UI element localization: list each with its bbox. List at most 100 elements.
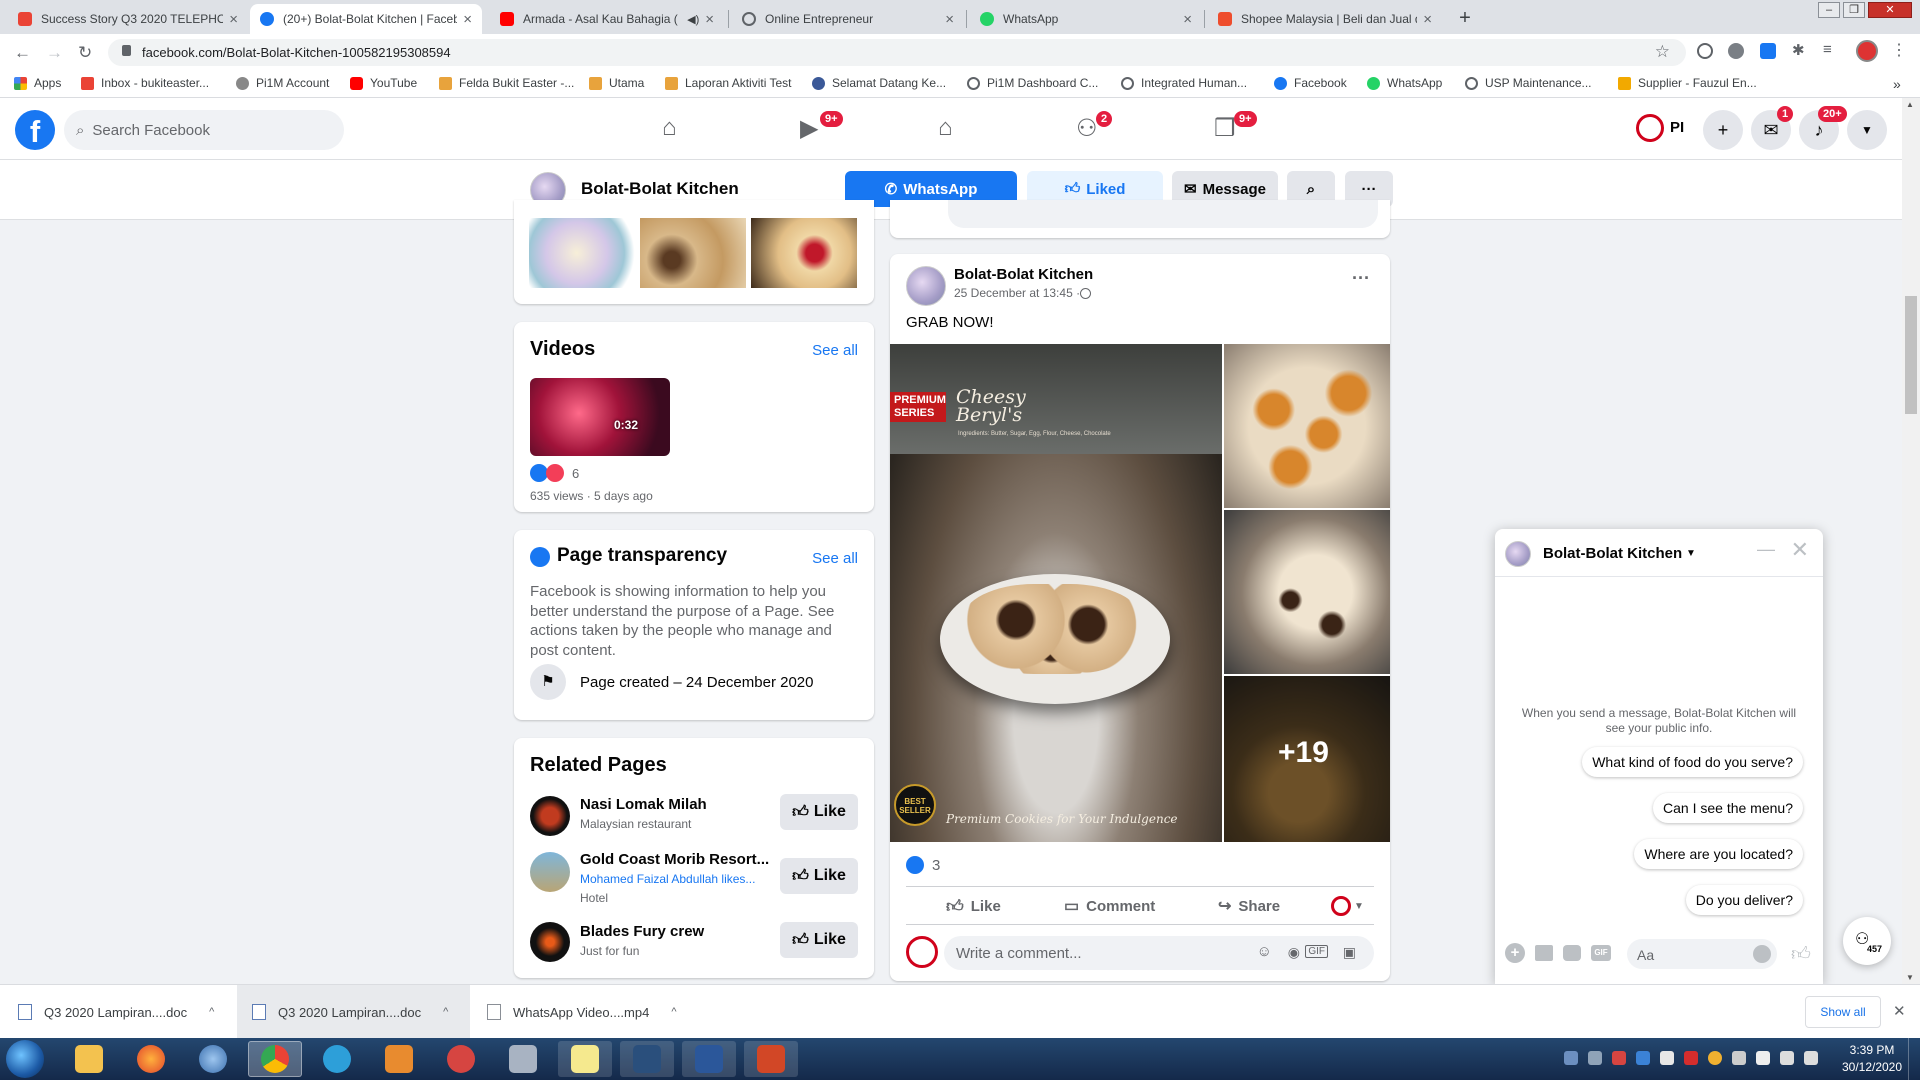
tab-gmail[interactable]: Success Story Q3 2020 TELEPHON ×: [8, 4, 248, 34]
create-button[interactable]: +: [1703, 110, 1743, 150]
account-menu-chevron-icon[interactable]: ▼: [1847, 110, 1887, 150]
speaker-icon[interactable]: ◀): [687, 13, 699, 26]
post-timestamp[interactable]: 25 December at 13:45 ·: [954, 286, 1092, 300]
post-main-photo[interactable]: PREMIUM SERIES Cheesy Beryl's Ingredient…: [890, 344, 1222, 842]
skype-extension-icon[interactable]: [1728, 43, 1744, 59]
gaming-icon[interactable]: ❒: [1214, 114, 1236, 143]
close-icon[interactable]: ×: [1183, 11, 1192, 28]
taskbar-explorer[interactable]: [62, 1041, 116, 1077]
camera-icon[interactable]: ◉: [1288, 944, 1300, 961]
photo-thumbnail[interactable]: [529, 218, 635, 288]
thumbs-up-icon[interactable]: 👍︎: [1791, 943, 1811, 966]
show-desktop-button[interactable]: [1908, 1038, 1920, 1080]
like-button[interactable]: 👍︎ Like: [780, 794, 858, 830]
emoji-icon[interactable]: ☺: [1257, 943, 1272, 960]
tray-icon[interactable]: [1564, 1051, 1578, 1065]
tab-whatsapp[interactable]: WhatsApp ×: [970, 4, 1202, 34]
close-icon[interactable]: ×: [463, 11, 472, 28]
tray-icon[interactable]: [1732, 1051, 1746, 1065]
related-page-avatar[interactable]: [530, 796, 570, 836]
related-page-name[interactable]: Gold Coast Morib Resort...: [580, 851, 769, 868]
bookmark-integrated-human[interactable]: Integrated Human...: [1121, 76, 1247, 90]
scroll-thumb[interactable]: [1905, 296, 1917, 414]
tab-online-entrepreneur[interactable]: Online Entrepreneur ×: [732, 4, 964, 34]
close-icon[interactable]: ×: [945, 11, 954, 28]
download-item[interactable]: Q3 2020 Lampiran....doc ^: [252, 985, 448, 1039]
video-reactions[interactable]: 6: [530, 464, 579, 482]
bookmark-youtube[interactable]: YouTube: [350, 76, 417, 90]
maximize-button[interactable]: ❐: [1843, 2, 1865, 18]
post-author-name[interactable]: Bolat-Bolat Kitchen: [954, 266, 1093, 283]
chevron-down-icon[interactable]: ▼: [1686, 548, 1696, 559]
close-icon[interactable]: ×: [1423, 11, 1432, 28]
minimize-button[interactable]: –: [1818, 2, 1840, 18]
post-photo-thumbnail[interactable]: +19: [1224, 676, 1390, 842]
bookmark-supplier[interactable]: Supplier - Fauzul En...: [1618, 76, 1757, 90]
related-page-avatar[interactable]: [530, 922, 570, 962]
emoji-icon[interactable]: [1753, 945, 1771, 963]
comment-button[interactable]: ▭ Comment: [1064, 888, 1155, 924]
bookmark-felda[interactable]: Felda Bukit Easter -...: [439, 76, 574, 90]
bookmark-pi1m-account[interactable]: Pi1M Account: [236, 76, 329, 90]
volume-icon[interactable]: [1804, 1051, 1818, 1065]
share-button[interactable]: ↪ Share: [1218, 888, 1280, 924]
like-button[interactable]: 👍︎ Like: [780, 858, 858, 894]
facebook-extension-icon[interactable]: [1760, 43, 1776, 59]
tray-icon[interactable]: [1612, 1051, 1626, 1065]
minimize-chat-icon[interactable]: —: [1757, 539, 1775, 560]
clock-time[interactable]: 3:39 PM: [1842, 1043, 1902, 1057]
home-icon[interactable]: ⌂: [662, 114, 677, 142]
comment-input[interactable]: Write a comment... ☺ ◉ GIF ▣: [944, 936, 1374, 970]
bookmarks-overflow-button[interactable]: »: [1893, 76, 1901, 92]
sticker-icon[interactable]: [1563, 945, 1581, 961]
suggested-question[interactable]: Do you deliver?: [1685, 885, 1803, 915]
profile-avatar[interactable]: [1856, 40, 1878, 62]
close-chat-icon[interactable]: ✕: [1791, 537, 1809, 563]
download-item[interactable]: Q3 2020 Lampiran....doc ^: [18, 985, 214, 1039]
forward-icon[interactable]: →: [46, 43, 63, 63]
chat-message-input[interactable]: Aa: [1627, 939, 1777, 969]
tray-icon[interactable]: [1708, 1051, 1722, 1065]
sticker-icon[interactable]: ▣: [1343, 944, 1356, 961]
groups-icon[interactable]: ⚇: [1076, 114, 1098, 143]
search-input[interactable]: ⌕ Search Facebook: [64, 110, 344, 150]
related-page-name[interactable]: Nasi Lomak Milah: [580, 796, 707, 813]
chevron-up-icon[interactable]: ^: [443, 1006, 448, 1018]
bookmark-laporan[interactable]: Laporan Aktiviti Test: [665, 76, 792, 90]
bookmark-usp-maintenance[interactable]: USP Maintenance...: [1465, 76, 1592, 90]
like-button[interactable]: 👍︎ Like: [946, 888, 1001, 924]
translate-extension-icon[interactable]: [1697, 43, 1713, 59]
profile-name[interactable]: PI: [1670, 119, 1684, 136]
chat-avatar[interactable]: [1505, 541, 1531, 567]
reading-list-icon[interactable]: ≡: [1823, 41, 1839, 58]
reload-icon[interactable]: ↻: [78, 43, 92, 63]
gif-icon[interactable]: GIF: [1591, 945, 1611, 961]
tab-facebook[interactable]: (20+) Bolat-Bolat Kitchen | Faceb ×: [250, 4, 482, 34]
bookmark-apps[interactable]: Apps: [14, 76, 61, 90]
taskbar-firefox[interactable]: [124, 1041, 178, 1077]
bookmark-inbox[interactable]: Inbox - bukiteaster...: [81, 76, 209, 90]
taskbar-powerpoint[interactable]: [744, 1041, 798, 1077]
window-close-button[interactable]: ✕: [1868, 2, 1912, 18]
chevron-up-icon[interactable]: ^: [671, 1006, 676, 1018]
related-page-name[interactable]: Blades Fury crew: [580, 923, 704, 940]
tab-shopee[interactable]: Shopee Malaysia | Beli dan Jual d ×: [1208, 4, 1442, 34]
post-reactions[interactable]: 3: [906, 856, 940, 874]
suggested-question[interactable]: Where are you located?: [1634, 839, 1803, 869]
page-scrollbar[interactable]: ▲ ▼: [1902, 98, 1920, 984]
new-message-button[interactable]: ⚇ 457: [1843, 917, 1891, 965]
tab-youtube[interactable]: Armada - Asal Kau Bahagia ( ◀) ×: [490, 4, 724, 34]
extensions-puzzle-icon[interactable]: ✱: [1792, 41, 1808, 59]
video-thumbnail[interactable]: 0:32: [530, 378, 670, 456]
taskbar-snipping[interactable]: [434, 1041, 488, 1077]
gif-icon[interactable]: GIF: [1305, 945, 1328, 958]
scroll-down-arrow-icon[interactable]: ▼: [1906, 973, 1914, 982]
scroll-up-arrow-icon[interactable]: ▲: [1906, 100, 1914, 109]
taskbar-app[interactable]: [186, 1041, 240, 1077]
marketplace-icon[interactable]: ⌂: [938, 114, 953, 142]
start-button[interactable]: [6, 1040, 44, 1078]
suggested-question[interactable]: What kind of food do you serve?: [1582, 747, 1803, 777]
commenter-avatar[interactable]: [906, 936, 938, 968]
photo-thumbnail[interactable]: [640, 218, 746, 288]
clock-date[interactable]: 30/12/2020: [1838, 1060, 1906, 1074]
